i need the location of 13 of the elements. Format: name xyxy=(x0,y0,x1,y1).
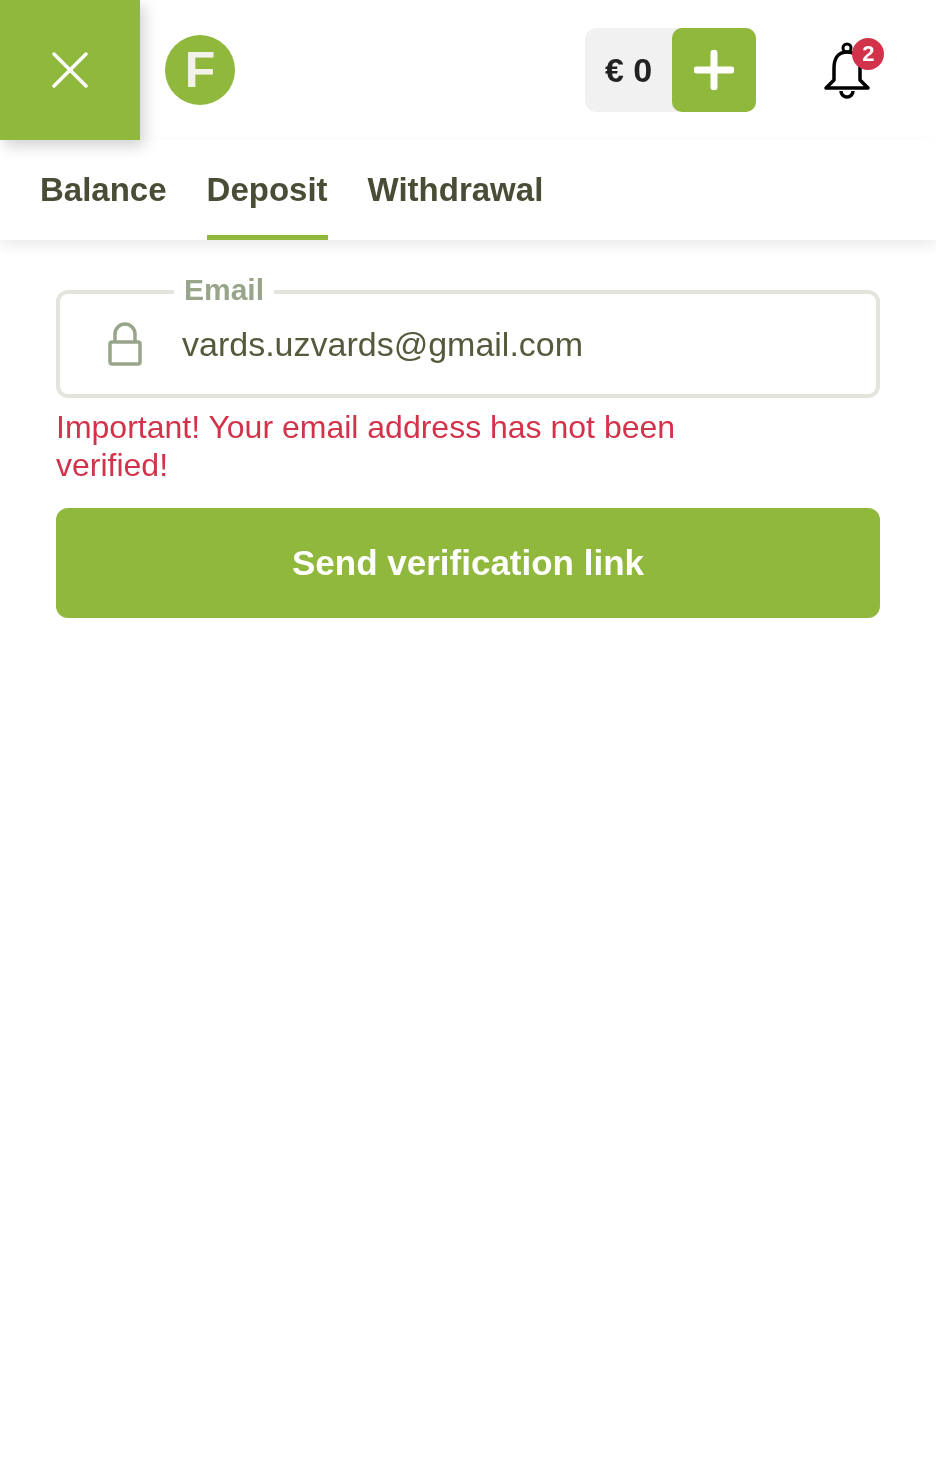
bell-icon xyxy=(822,42,873,100)
tab[interactable]: Deposit xyxy=(206,140,328,240)
deposit-button[interactable] xyxy=(672,28,757,112)
plus-icon xyxy=(694,50,735,90)
balance-amount: € 0 xyxy=(604,49,654,91)
email-input[interactable]: vards.uzvards@gmail.com xyxy=(182,324,802,364)
notifications-button[interactable]: 2 xyxy=(822,38,885,102)
warning-message: Important! Your email address has not been verified! xyxy=(56,408,677,484)
notification-badge: 2 xyxy=(852,38,885,70)
logo: F xyxy=(165,35,235,105)
tab[interactable]: Balance xyxy=(40,140,167,240)
close-icon xyxy=(52,52,88,88)
tab[interactable]: Withdrawal xyxy=(367,140,544,240)
